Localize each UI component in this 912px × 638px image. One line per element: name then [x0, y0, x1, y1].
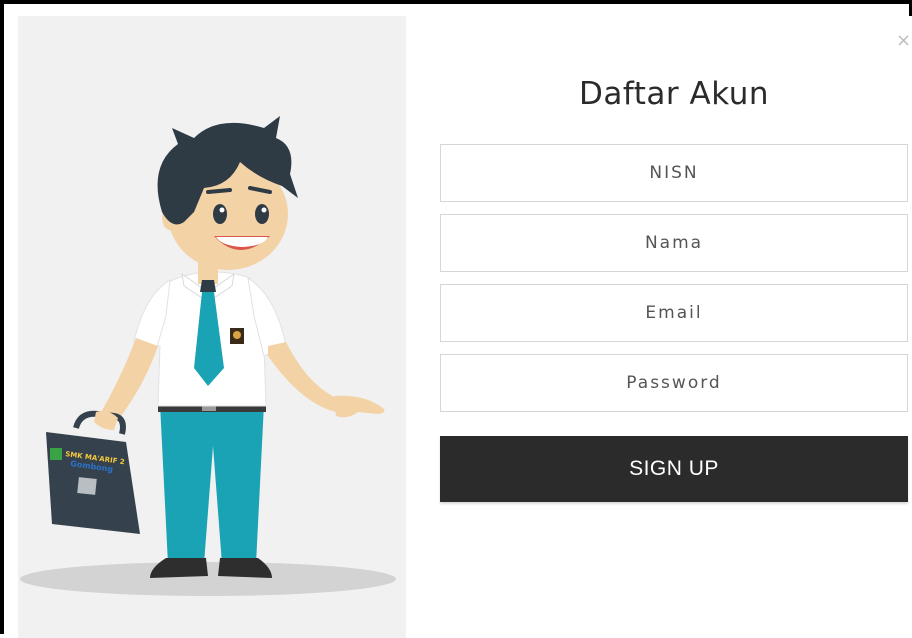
right-arm [268, 342, 340, 412]
bag-latch [77, 477, 97, 495]
form-title: Daftar Akun [579, 76, 769, 112]
window-frame: SMK MA'ARIF 2 Gombong × Daftar Akun NISN… [0, 0, 912, 638]
left-shoe [150, 558, 208, 578]
signup-modal: SMK MA'ARIF 2 Gombong × Daftar Akun NISN… [18, 16, 912, 638]
right-shoe [218, 558, 272, 578]
student-illustration: SMK MA'ARIF 2 Gombong [20, 116, 396, 596]
left-eye [213, 204, 227, 224]
nama-input[interactable] [440, 214, 908, 272]
pants [160, 404, 264, 564]
shirt-badge-emblem [233, 331, 241, 339]
password-input[interactable] [440, 354, 908, 412]
right-eye-highlight [261, 207, 267, 213]
right-hand [334, 395, 385, 418]
tie-knot [200, 280, 216, 292]
close-icon[interactable]: × [896, 32, 911, 50]
left-arm [100, 338, 158, 420]
left-eyebrow [206, 188, 232, 194]
signup-button[interactable]: SIGN UP [440, 436, 908, 502]
right-eye [255, 204, 269, 224]
email-input[interactable] [440, 284, 908, 342]
bag-logo-badge [50, 448, 62, 460]
left-eye-highlight [219, 207, 225, 213]
ground-shadow [20, 562, 396, 596]
nisn-input[interactable] [440, 144, 908, 202]
illustration-panel: SMK MA'ARIF 2 Gombong [18, 16, 406, 638]
